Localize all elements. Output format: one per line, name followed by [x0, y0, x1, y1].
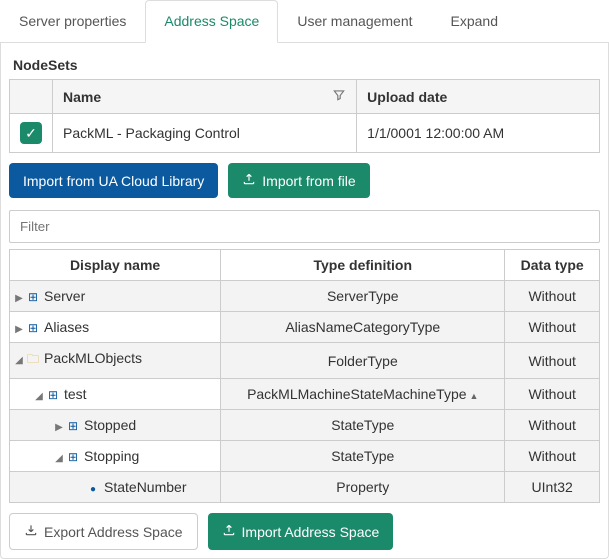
expander-icon[interactable]: ◢ — [14, 355, 24, 366]
address-space-panel: NodeSets Name Upload date ✓ PackML - Pack… — [0, 43, 609, 559]
export-button[interactable]: Export Address Space — [9, 513, 198, 550]
tree-type: StateType — [221, 410, 505, 441]
nodesets-col-name: Name — [63, 89, 101, 105]
tree-dtype: Without — [505, 281, 600, 312]
import-file-button[interactable]: Import from file — [228, 163, 369, 198]
tree-row[interactable]: ▶⊞ Aliases AliasNameCategoryTypeWithout — [10, 312, 600, 343]
tree-label: Stopped — [84, 417, 136, 433]
nodesets-col-upload: Upload date — [357, 80, 600, 114]
expander-icon[interactable]: ▶ — [14, 324, 24, 335]
node-icon: ⊞ — [46, 388, 60, 402]
folder-icon: 🗀 — [26, 350, 40, 371]
expander-icon[interactable]: ▶ — [14, 293, 24, 304]
tree-dtype: Without — [505, 410, 600, 441]
tree-type: StateType — [221, 441, 505, 472]
tab-user-management[interactable]: User management — [278, 0, 431, 42]
nodeset-name: PackML - Packaging Control — [53, 114, 357, 153]
node-icon: ⊞ — [66, 419, 80, 433]
expander-icon[interactable]: ◢ — [34, 391, 44, 402]
checkbox-icon[interactable]: ✓ — [20, 122, 42, 144]
node-icon: ⊞ — [26, 290, 40, 304]
filter-icon[interactable] — [332, 88, 346, 105]
nodeset-upload: 1/1/0001 12:00:00 AM — [357, 114, 600, 153]
tree-label: Stopping — [84, 448, 139, 464]
tree-label: Server — [44, 288, 85, 304]
node-icon: ⊞ — [26, 321, 40, 335]
nodeset-row: ✓ PackML - Packaging Control1/1/0001 12:0… — [10, 114, 600, 153]
tree-dtype: UInt32 — [505, 472, 600, 503]
tree-dtype: Without — [505, 343, 600, 379]
upload-icon — [222, 523, 236, 540]
tabs: Server propertiesAddress SpaceUser manag… — [0, 0, 609, 43]
node-icon: ⊞ — [66, 450, 80, 464]
tree-table: Display name Type definition Data type ▶… — [9, 249, 600, 503]
expander-icon[interactable]: ▶ — [54, 422, 64, 433]
tree-label: Aliases — [44, 319, 89, 335]
tree-type: PackMLMachineStateMachineType▲ — [221, 379, 505, 410]
tree-row[interactable]: ▶⊞ Stopped StateTypeWithout — [10, 410, 600, 441]
sort-indicator-icon: ▲ — [470, 391, 479, 401]
upload-icon — [242, 172, 256, 189]
tab-expand[interactable]: Expand — [432, 0, 517, 42]
tree-type: AliasNameCategoryType — [221, 312, 505, 343]
tree-label: test — [64, 386, 87, 402]
expander-icon[interactable]: ◢ — [54, 453, 64, 464]
nodesets-title: NodeSets — [9, 51, 600, 79]
tree-type: ServerType — [221, 281, 505, 312]
tree-row[interactable]: ● StateNumber PropertyUInt32 — [10, 472, 600, 503]
import-button[interactable]: Import Address Space — [208, 513, 394, 550]
tree-col-name: Display name — [10, 250, 221, 281]
tree-row[interactable]: ◢🗀PackMLObjects FolderTypeWithout — [10, 343, 600, 379]
tree-dtype: Without — [505, 441, 600, 472]
tab-address-space[interactable]: Address Space — [145, 0, 278, 43]
tree-row[interactable]: ◢⊞ Stopping StateTypeWithout — [10, 441, 600, 472]
tree-row[interactable]: ◢⊞ test PackMLMachineStateMachineType▲With… — [10, 379, 600, 410]
tree-dtype: Without — [505, 312, 600, 343]
tree-label: StateNumber — [104, 479, 186, 495]
tree-type: Property — [221, 472, 505, 503]
download-icon — [24, 523, 38, 540]
tree-row[interactable]: ▶⊞ Server ServerTypeWithout — [10, 281, 600, 312]
variable-icon: ● — [86, 484, 100, 495]
nodesets-table: Name Upload date ✓ PackML - Packaging Con… — [9, 79, 600, 153]
filter-input[interactable] — [9, 210, 600, 243]
tab-server-properties[interactable]: Server properties — [0, 0, 145, 42]
import-cloud-button[interactable]: Import from UA Cloud Library — [9, 163, 218, 198]
tree-col-dtype: Data type — [505, 250, 600, 281]
tree-label: PackMLObjects — [44, 350, 142, 366]
tree-dtype: Without — [505, 379, 600, 410]
tree-col-type: Type definition — [221, 250, 505, 281]
tree-type: FolderType — [221, 343, 505, 379]
